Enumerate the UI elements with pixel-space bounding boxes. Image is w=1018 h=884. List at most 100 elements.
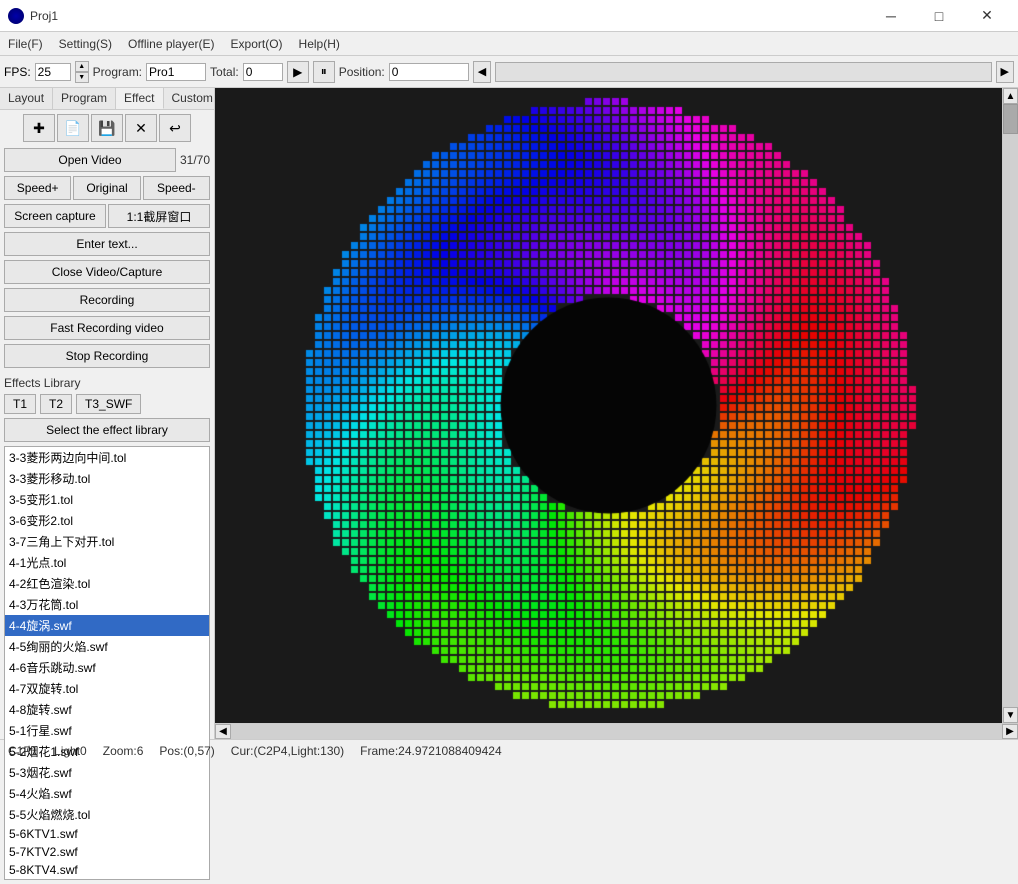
- recording-button[interactable]: Recording: [4, 288, 210, 312]
- status-light: Light0: [54, 744, 87, 758]
- open-video-button[interactable]: Open Video: [4, 148, 176, 172]
- eff-tab-t3[interactable]: T3_SWF: [76, 394, 141, 414]
- position-input[interactable]: [389, 63, 469, 81]
- fast-recording-button[interactable]: Fast Recording video: [4, 316, 210, 340]
- menu-file[interactable]: File(F): [0, 35, 51, 53]
- effect-item[interactable]: 4-3万花筒.tol: [5, 594, 209, 615]
- add-icon-btn[interactable]: ✚: [23, 114, 55, 142]
- effect-item[interactable]: 3-7三角上下对开.tol: [5, 531, 209, 552]
- position-track[interactable]: [495, 62, 991, 82]
- total-input[interactable]: [243, 63, 283, 81]
- effect-item[interactable]: 5-5火焰燃烧.tol: [5, 804, 209, 825]
- eff-tab-t2[interactable]: T2: [40, 394, 72, 414]
- effect-item[interactable]: 3-3菱形移动.tol: [5, 468, 209, 489]
- effect-item[interactable]: 3-6变形2.tol: [5, 510, 209, 531]
- effect-item[interactable]: 5-1行星.swf: [5, 720, 209, 741]
- status-frame: Frame:24.9721088409424: [360, 744, 501, 758]
- enter-text-button[interactable]: Enter text...: [4, 232, 210, 256]
- fps-up[interactable]: ▲: [75, 61, 89, 72]
- effect-item[interactable]: 4-8旋转.swf: [5, 699, 209, 720]
- screen-capture-button[interactable]: Screen capture: [4, 204, 106, 228]
- effects-section: Effects Library T1 T2 T3_SWF Select the …: [0, 372, 214, 884]
- tab-bar: Layout Program Effect Custom ◀ ▶: [0, 88, 214, 110]
- effect-item[interactable]: 5-4火焰.swf: [5, 783, 209, 804]
- select-library-button[interactable]: Select the effect library: [4, 418, 210, 442]
- fps-label: FPS:: [4, 65, 31, 79]
- led-display: [215, 88, 1002, 723]
- scroll-thumb[interactable]: [1003, 104, 1018, 134]
- status-c1p1: C1P1: [8, 744, 38, 758]
- effect-item[interactable]: 4-6音乐跳动.swf: [5, 657, 209, 678]
- main-area: Layout Program Effect Custom ◀ ▶ ✚ 📄 💾 ✕…: [0, 88, 1018, 739]
- tab-custom[interactable]: Custom: [164, 88, 222, 109]
- effect-item[interactable]: 5-6KTV1.swf: [5, 825, 209, 843]
- canvas-column: ▲ ▼ ◀ ▶: [215, 88, 1018, 739]
- play-button[interactable]: ▶: [287, 61, 309, 83]
- fps-down[interactable]: ▼: [75, 72, 89, 83]
- effect-item[interactable]: 3-5变形1.tol: [5, 489, 209, 510]
- delete-icon-btn[interactable]: ✕: [125, 114, 157, 142]
- stop-recording-button[interactable]: Stop Recording: [4, 344, 210, 368]
- scroll-left-button[interactable]: ◀: [215, 724, 231, 739]
- nav-prev[interactable]: ◀: [473, 61, 491, 83]
- tab-effect[interactable]: Effect: [116, 88, 163, 109]
- speed-plus-button[interactable]: Speed+: [4, 176, 71, 200]
- effect-item[interactable]: 4-7双旋转.tol: [5, 678, 209, 699]
- eff-tab-t1[interactable]: T1: [4, 394, 36, 414]
- original-button[interactable]: Original: [73, 176, 140, 200]
- nav-next[interactable]: ▶: [996, 61, 1014, 83]
- scroll-right-button[interactable]: ▶: [1002, 724, 1018, 739]
- effect-item[interactable]: 5-3烟花.swf: [5, 762, 209, 783]
- window-controls: ─ □ ✕: [868, 0, 1010, 32]
- fps-input[interactable]: [35, 63, 71, 81]
- effect-item[interactable]: 4-2红色渲染.tol: [5, 573, 209, 594]
- app-icon: [8, 8, 24, 24]
- title-bar: Proj1 ─ □ ✕: [0, 0, 1018, 32]
- speed-row: Speed+ Original Speed-: [4, 176, 210, 200]
- close-button[interactable]: ✕: [964, 0, 1010, 32]
- toolbar: FPS: ▲ ▼ Program: Total: ▶ ⏸ Position: ◀…: [0, 56, 1018, 88]
- total-label: Total:: [210, 65, 239, 79]
- pause-button[interactable]: ⏸: [313, 61, 335, 83]
- scroll-up-button[interactable]: ▲: [1003, 88, 1018, 104]
- capture-row: Screen capture 1:1截屏窗口: [4, 204, 210, 228]
- canvas-row: ▲ ▼: [215, 88, 1018, 723]
- canvas-area[interactable]: [215, 88, 1002, 723]
- menu-bar: File(F) Setting(S) Offline player(E) Exp…: [0, 32, 1018, 56]
- effect-item[interactable]: 4-1光点.tol: [5, 552, 209, 573]
- close-video-button[interactable]: Close Video/Capture: [4, 260, 210, 284]
- controls-panel: ✚ 📄 💾 ✕ ↩ Open Video 31/70 Speed+ Origin…: [0, 110, 214, 372]
- undo-icon-btn[interactable]: ↩: [159, 114, 191, 142]
- copy-icon-btn[interactable]: 📄: [57, 114, 89, 142]
- save-icon-btn[interactable]: 💾: [91, 114, 123, 142]
- effect-item[interactable]: 4-4旋涡.swf: [5, 615, 209, 636]
- tab-layout[interactable]: Layout: [0, 88, 53, 109]
- tab-program[interactable]: Program: [53, 88, 116, 109]
- title-text: Proj1: [30, 9, 868, 23]
- status-cur: Cur:(C2P4,Light:130): [231, 744, 344, 758]
- status-zoom: Zoom:6: [103, 744, 144, 758]
- bottom-scrollbar[interactable]: ◀ ▶: [215, 723, 1018, 739]
- menu-help[interactable]: Help(H): [291, 35, 348, 53]
- menu-setting[interactable]: Setting(S): [51, 35, 120, 53]
- right-scrollbar[interactable]: ▲ ▼: [1002, 88, 1018, 723]
- menu-export[interactable]: Export(O): [223, 35, 291, 53]
- scroll-down-button[interactable]: ▼: [1003, 707, 1018, 723]
- video-count: 31/70: [180, 153, 210, 167]
- effect-item[interactable]: 5-7KTV2.swf: [5, 843, 209, 861]
- effect-item[interactable]: 4-5绚丽的火焰.swf: [5, 636, 209, 657]
- speed-minus-button[interactable]: Speed-: [143, 176, 210, 200]
- open-video-row: Open Video 31/70: [4, 148, 210, 172]
- scroll-track[interactable]: [1003, 104, 1018, 707]
- minimize-button[interactable]: ─: [868, 0, 914, 32]
- effects-list[interactable]: 3-3菱形两边向中间.tol3-3菱形移动.tol3-5变形1.tol3-6变形…: [4, 446, 210, 880]
- ratio-button[interactable]: 1:1截屏窗口: [108, 204, 210, 228]
- fps-spinner: ▲ ▼: [75, 61, 89, 83]
- effect-item[interactable]: 3-3菱形两边向中间.tol: [5, 447, 209, 468]
- maximize-button[interactable]: □: [916, 0, 962, 32]
- menu-offline[interactable]: Offline player(E): [120, 35, 222, 53]
- effects-title: Effects Library: [4, 376, 210, 390]
- h-scroll-track[interactable]: [231, 724, 1002, 739]
- program-input[interactable]: [146, 63, 206, 81]
- effect-item[interactable]: 5-8KTV4.swf: [5, 861, 209, 879]
